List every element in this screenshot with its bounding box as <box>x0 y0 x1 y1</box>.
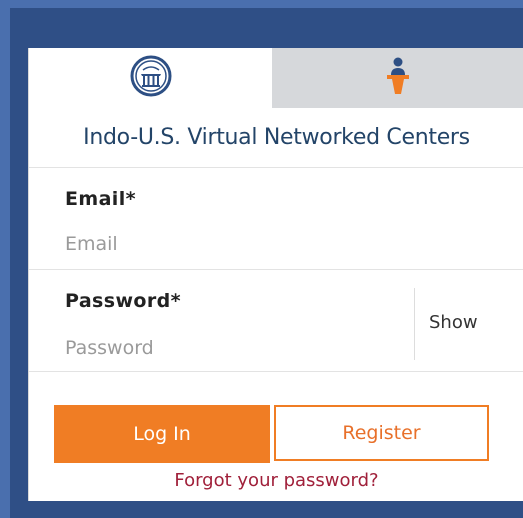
login-card: Indo-U.S. Virtual Networked Centers Emai… <box>28 48 523 501</box>
show-divider <box>414 288 415 360</box>
login-type-tabs <box>29 48 523 108</box>
presenter-podium-icon <box>383 56 413 101</box>
show-password-toggle[interactable]: Show <box>429 312 478 333</box>
email-label: Email* <box>65 188 136 210</box>
forgot-password-link[interactable]: Forgot your password? <box>29 470 523 491</box>
password-label: Password* <box>65 290 181 312</box>
email-field[interactable] <box>65 230 485 258</box>
seal-logo-icon <box>130 55 172 102</box>
tab-seal[interactable] <box>29 48 272 108</box>
password-field[interactable] <box>65 334 395 362</box>
email-group: Email* <box>29 168 523 270</box>
password-group: Password* Show <box>29 270 523 372</box>
page-title: Indo-U.S. Virtual Networked Centers <box>29 108 523 168</box>
login-button[interactable]: Log In <box>54 405 270 463</box>
register-button[interactable]: Register <box>274 405 489 461</box>
tab-presenter[interactable] <box>272 48 523 108</box>
